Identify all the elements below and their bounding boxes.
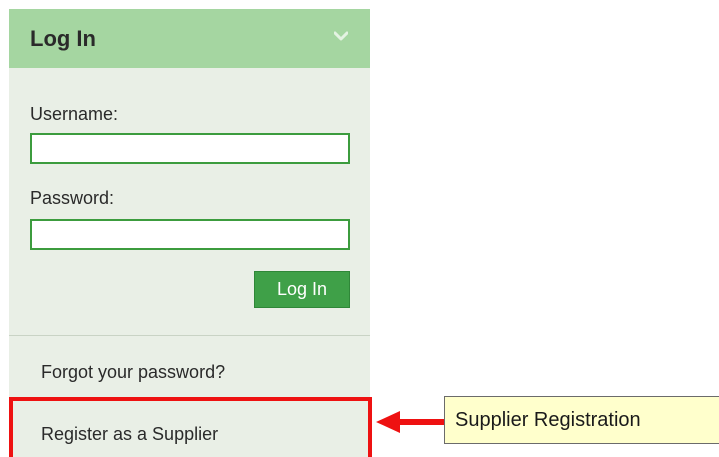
password-input[interactable] bbox=[30, 219, 350, 250]
panel-title: Log In bbox=[30, 26, 96, 51]
username-input[interactable] bbox=[30, 133, 350, 164]
chevron-down-icon[interactable] bbox=[334, 31, 348, 41]
password-label: Password: bbox=[30, 188, 115, 208]
callout-text: Supplier Registration bbox=[455, 409, 641, 431]
login-button[interactable]: Log In bbox=[254, 271, 350, 308]
arrow-left-icon bbox=[376, 411, 446, 433]
screenshot-root: Log In Username: Password: Log In Forgot… bbox=[0, 0, 719, 457]
username-label: Username: bbox=[30, 104, 119, 124]
callout-label: Supplier Registration bbox=[444, 396, 719, 444]
panel-divider bbox=[9, 335, 370, 336]
forgot-password-link[interactable]: Forgot your password? bbox=[41, 361, 225, 383]
highlight-box bbox=[9, 397, 372, 457]
login-panel: Log In Username: Password: Log In Forgot… bbox=[9, 9, 370, 457]
login-panel-header[interactable]: Log In bbox=[9, 9, 370, 68]
